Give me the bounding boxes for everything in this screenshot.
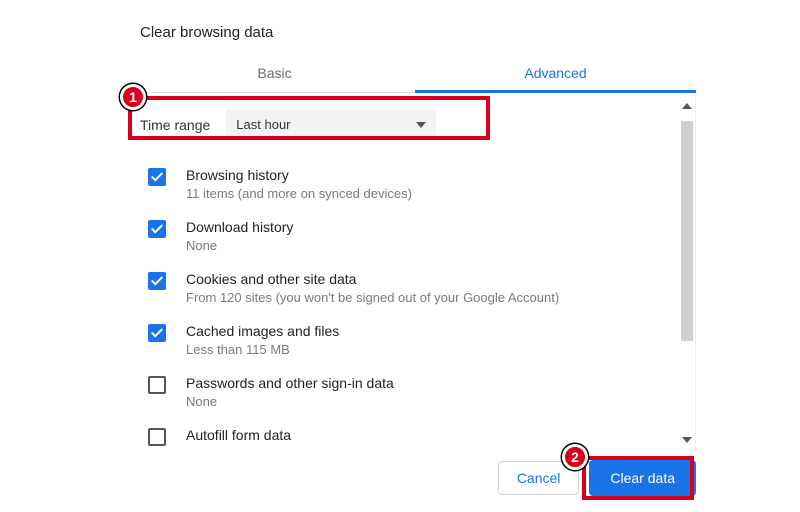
content-area: Time range Last hour Browsing history 11… (134, 93, 696, 453)
tab-advanced-label: Advanced (524, 65, 586, 81)
checkbox-cache[interactable] (148, 324, 166, 342)
scrollbar-thumb[interactable] (681, 121, 693, 341)
item-text: Passwords and other sign-in data None (186, 375, 394, 409)
list-item: Passwords and other sign-in data None (148, 366, 671, 418)
item-text: Browsing history 11 items (and more on s… (186, 167, 412, 201)
checkbox-cookies[interactable] (148, 272, 166, 290)
scroll-down-icon[interactable] (680, 433, 694, 447)
tab-basic[interactable]: Basic (134, 55, 415, 93)
item-sub: None (186, 394, 394, 409)
options-list: Browsing history 11 items (and more on s… (134, 156, 695, 453)
item-text: Autofill form data (186, 427, 291, 446)
clear-browsing-data-dialog: Clear browsing data Basic Advanced Time … (134, 0, 696, 453)
list-item: Autofill form data (148, 418, 671, 453)
checkbox-passwords[interactable] (148, 376, 166, 394)
dialog-title: Clear browsing data (134, 0, 696, 55)
item-text: Cached images and files Less than 115 MB (186, 323, 339, 357)
tabs: Basic Advanced (134, 55, 696, 93)
clear-data-button[interactable]: Clear data (589, 460, 696, 496)
item-sub: From 120 sites (you won't be signed out … (186, 290, 559, 305)
item-sub: 11 items (and more on synced devices) (186, 186, 412, 201)
item-label: Cookies and other site data (186, 271, 559, 287)
list-item: Cookies and other site data From 120 sit… (148, 262, 671, 314)
item-label: Download history (186, 219, 293, 235)
item-label: Browsing history (186, 167, 412, 183)
tab-advanced[interactable]: Advanced (415, 55, 696, 93)
cancel-button[interactable]: Cancel (498, 461, 580, 495)
list-item: Cached images and files Less than 115 MB (148, 314, 671, 366)
dialog-footer: Cancel Clear data (498, 460, 696, 496)
checkbox-browsing-history[interactable] (148, 168, 166, 186)
list-item: Download history None (148, 210, 671, 262)
list-item: Browsing history 11 items (and more on s… (148, 158, 671, 210)
time-range-label: Time range (140, 117, 210, 133)
scrollbar[interactable] (679, 99, 695, 447)
item-label: Passwords and other sign-in data (186, 375, 394, 391)
time-range-value: Last hour (236, 117, 290, 132)
item-text: Download history None (186, 219, 293, 253)
item-sub: Less than 115 MB (186, 342, 339, 357)
chevron-down-icon (416, 122, 426, 128)
checkbox-autofill[interactable] (148, 428, 166, 446)
tab-basic-label: Basic (257, 65, 291, 81)
time-range-row: Time range Last hour (134, 97, 679, 152)
item-text: Cookies and other site data From 120 sit… (186, 271, 559, 305)
checkbox-download-history[interactable] (148, 220, 166, 238)
item-label: Autofill form data (186, 427, 291, 443)
item-label: Cached images and files (186, 323, 339, 339)
scroll-up-icon[interactable] (680, 99, 694, 113)
item-sub: None (186, 238, 293, 253)
time-range-select[interactable]: Last hour (226, 109, 436, 140)
